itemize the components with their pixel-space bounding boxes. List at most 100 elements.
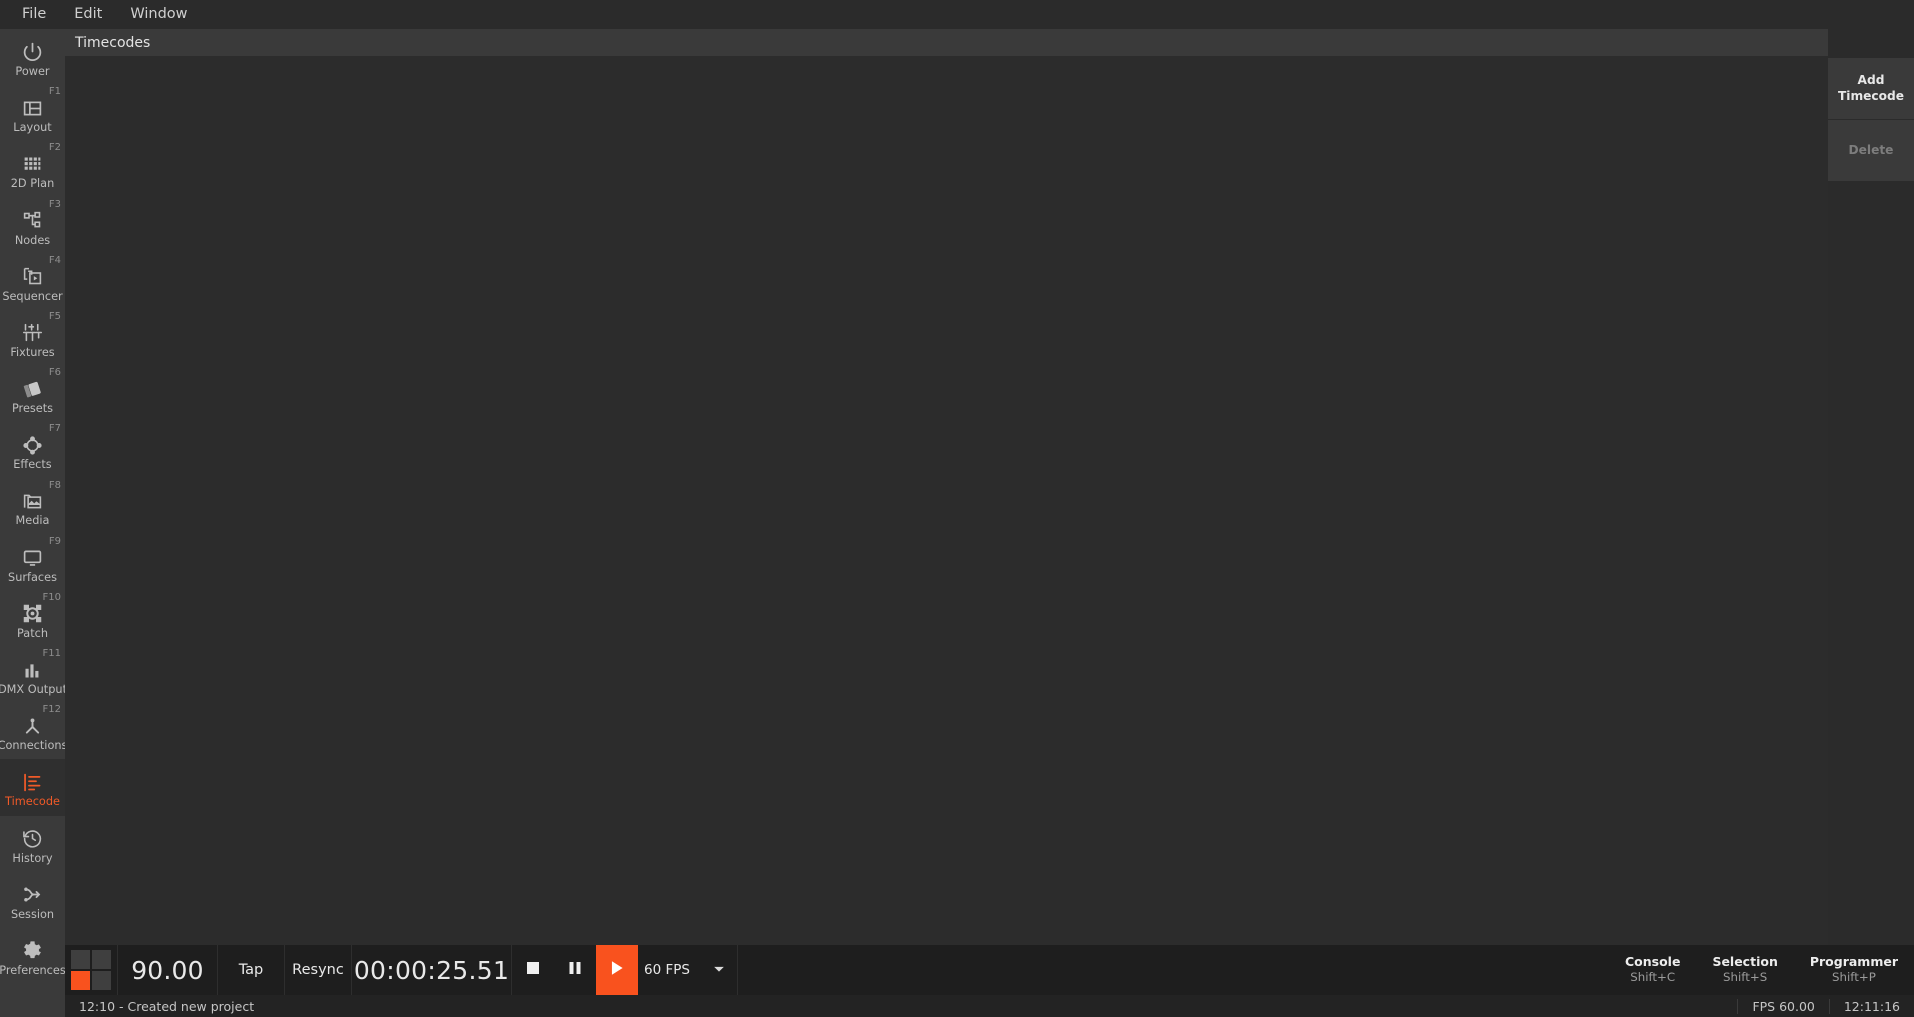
swatch-bottom-right[interactable] [92,971,111,990]
sidebar-item-label: Patch [16,626,49,640]
programmer-shortcut-key: Shift+P [1832,970,1876,985]
body-row: Power F1 Layout F2 2D Plan F3 Nodes F4 S… [0,29,1914,1017]
resync-button[interactable]: Resync [285,945,352,995]
sidebar-item-media[interactable]: F8 Media [0,479,65,535]
status-message: 12:10 - Created new project [79,998,255,1014]
menu-window[interactable]: Window [116,3,201,26]
transport-bar: 90.00 Tap Resync 00:00:25.51 60 FPS Cons… [65,945,1914,995]
programmer-shortcut-title: Programmer [1809,953,1898,969]
transport-spacer [738,945,1609,995]
sidebar-item-label: Media [15,514,50,528]
sidebar-fkey: F7 [48,423,61,435]
menu-edit[interactable]: Edit [60,3,116,26]
status-clock: 12:11:16 [1828,998,1914,1014]
sidebar-item-layout[interactable]: F1 Layout [0,85,65,141]
effects-icon [22,434,44,456]
pause-icon [567,960,583,980]
color-swatch-grid[interactable] [65,945,118,995]
sidebar-item-label: Effects [13,458,52,472]
sidebar-item-label: 2D Plan [10,177,55,191]
panel-body [65,56,1828,945]
swatch-bottom-left-active[interactable] [71,971,90,990]
status-bar: 12:10 - Created new project FPS 60.00 12… [65,995,1914,1017]
add-timecode-button[interactable]: Add Timecode [1828,58,1914,120]
sidebar-item-session[interactable]: Session [0,872,65,928]
sidebar-fkey: F1 [48,86,61,98]
faders-icon [22,322,44,344]
play-icon [608,959,626,981]
sidebar-fkey: F8 [48,479,61,491]
fps-dropdown-button[interactable] [700,945,738,995]
console-shortcut-button[interactable]: Console Shift+C [1609,945,1696,995]
bpm-value[interactable]: 90.00 [118,945,218,995]
menu-bar: File Edit Window [0,0,1914,29]
page-title: Timecodes [75,34,151,51]
patch-icon [22,603,44,625]
sidebar-fkey: F9 [48,535,61,547]
sidebar-item-connections[interactable]: F12 Connections [0,703,65,759]
timecode-display[interactable]: 00:00:25.51 [352,945,512,995]
sidebar-fkey: F6 [48,367,61,379]
sidebar-item-fixtures[interactable]: F5 Fixtures [0,310,65,366]
tap-button[interactable]: Tap [218,945,285,995]
timecodes-panel: Timecodes [65,29,1828,945]
console-shortcut-key: Shift+C [1630,970,1676,985]
sidebar-item-label: Nodes [14,233,51,247]
sidebar-item-effects[interactable]: F7 Effects [0,422,65,478]
main-area: Timecodes Add Timecode Delete 90.00 Tap … [65,29,1914,1017]
power-icon [22,41,44,63]
selection-shortcut-key: Shift+S [1723,970,1768,985]
status-fps: FPS 60.00 [1737,998,1828,1014]
sidebar-item-nodes[interactable]: F3 Nodes [0,198,65,254]
sidebar-item-label: Sequencer [2,289,63,303]
bars-icon [22,659,44,681]
pause-button[interactable] [554,945,596,995]
sidebar-item-patch[interactable]: F10 Patch [0,591,65,647]
sidebar-fkey: F12 [42,704,61,716]
selection-shortcut-title: Selection [1712,953,1778,969]
sidebar-item-preferences[interactable]: Preferences [0,928,65,984]
play-button[interactable] [596,945,638,995]
sidebar: Power F1 Layout F2 2D Plan F3 Nodes F4 S… [0,29,65,1017]
selection-shortcut-button[interactable]: Selection Shift+S [1696,945,1793,995]
stop-button[interactable] [512,945,554,995]
grid-icon [22,153,44,175]
sidebar-item-timecode[interactable]: Timecode [0,759,65,816]
console-shortcut-title: Console [1624,953,1681,969]
media-icon [22,490,44,512]
sidebar-item-2d-plan[interactable]: F2 2D Plan [0,141,65,197]
sidebar-item-sequencer[interactable]: F4 Sequencer [0,254,65,310]
timecode-list[interactable] [65,56,1828,945]
delete-button[interactable]: Delete [1828,120,1914,182]
menu-file[interactable]: File [8,3,60,26]
sidebar-item-presets[interactable]: F6 Presets [0,366,65,422]
sidebar-item-label: History [12,851,53,865]
sidebar-item-history[interactable]: History [0,816,65,872]
sidebar-item-dmx-output[interactable]: F11 DMX Output [0,647,65,703]
session-icon [22,884,44,906]
chevron-down-icon [712,961,726,980]
fps-selector-label[interactable]: 60 FPS [638,945,700,995]
sidebar-item-surfaces[interactable]: F9 Surfaces [0,535,65,591]
sidebar-item-label: DMX Output [0,683,65,696]
connections-icon [22,715,44,737]
presets-icon [22,378,44,400]
panel-header: Timecodes [65,29,1828,56]
sidebar-item-label: Session [10,907,55,921]
sidebar-fkey: F10 [42,591,61,603]
sidebar-fkey: F5 [48,310,61,322]
sidebar-item-label: Connections [0,739,65,753]
sidebar-item-label: Layout [13,121,52,135]
sidebar-fkey: F11 [42,648,61,660]
sidebar-fkey: F2 [48,142,61,154]
sidebar-item-label: Power [15,64,50,78]
gear-icon [22,940,44,962]
sidebar-item-label: Surfaces [8,570,57,584]
timecode-icon [22,771,44,793]
programmer-shortcut-button[interactable]: Programmer Shift+P [1794,945,1914,995]
app-shell: File Edit Window Power F1 Layout F2 2D P… [0,0,1914,1017]
layout-icon [22,97,44,119]
swatch-top-right[interactable] [92,950,111,969]
sidebar-item-power[interactable]: Power [0,29,65,85]
swatch-top-left[interactable] [71,950,90,969]
